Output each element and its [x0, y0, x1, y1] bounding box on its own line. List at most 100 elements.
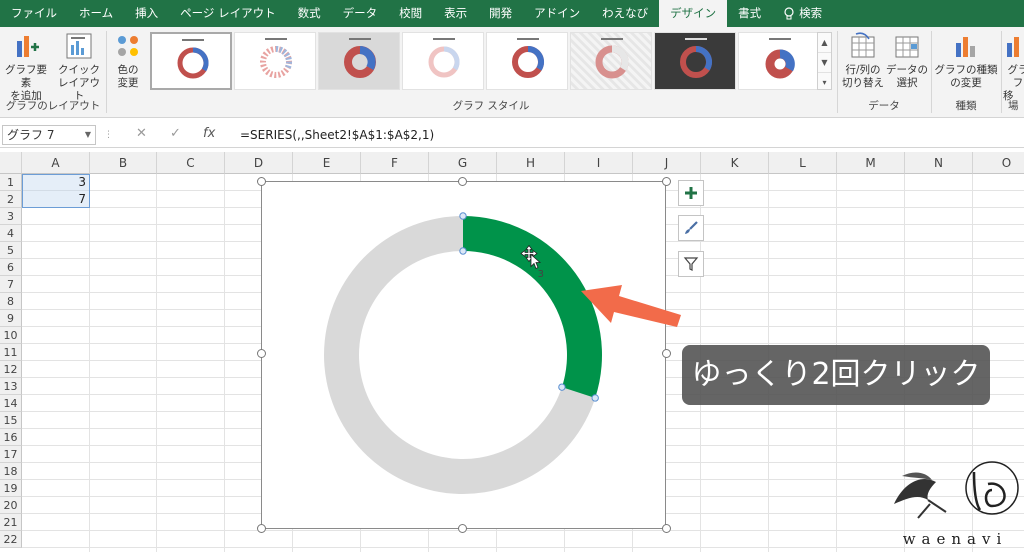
row-header-1[interactable]: 1	[0, 174, 22, 191]
row-header-6[interactable]: 6	[0, 259, 22, 276]
tab-waenavi[interactable]: わえなび	[591, 0, 659, 27]
tab-developer[interactable]: 開発	[478, 0, 523, 27]
resize-handle[interactable]	[458, 177, 467, 186]
chart-elements-button[interactable]	[678, 180, 704, 206]
move-chart-button[interactable]: グラフ 移	[1003, 31, 1024, 103]
tab-data[interactable]: データ	[332, 0, 389, 27]
row-header-14[interactable]: 14	[0, 395, 22, 412]
cell-a2[interactable]: 7	[22, 191, 90, 208]
row-header-5[interactable]: 5	[0, 242, 22, 259]
select-all-corner[interactable]	[0, 152, 22, 174]
resize-handle[interactable]	[662, 349, 671, 358]
row-header-10[interactable]: 10	[0, 327, 22, 344]
chart-style-1[interactable]	[150, 32, 232, 90]
tab-view[interactable]: 表示	[433, 0, 478, 27]
column-header-e[interactable]: E	[293, 152, 361, 174]
resize-handle[interactable]	[662, 177, 671, 186]
row-header-17[interactable]: 17	[0, 446, 22, 463]
cancel-icon[interactable]: ✕	[136, 126, 147, 141]
row-header-20[interactable]: 20	[0, 497, 22, 514]
column-header-j[interactable]: J	[633, 152, 701, 174]
slice-selection-handle[interactable]	[591, 394, 599, 402]
tab-file[interactable]: ファイル	[0, 0, 68, 27]
column-header-h[interactable]: H	[497, 152, 565, 174]
select-data-button[interactable]: データの 選択	[886, 31, 928, 90]
cell-a1[interactable]: 3	[22, 174, 90, 191]
resize-handle[interactable]	[257, 349, 266, 358]
column-header-m[interactable]: M	[837, 152, 905, 174]
chart-style-5[interactable]	[486, 32, 568, 90]
change-chart-type-button[interactable]: グラフの種類 の変更	[933, 31, 999, 90]
ribbon-separator	[931, 31, 932, 113]
enter-icon[interactable]: ✓	[170, 126, 181, 141]
tab-design[interactable]: デザイン	[659, 0, 728, 27]
doughnut-chart[interactable]: 3	[261, 181, 666, 529]
tab-home[interactable]: ホーム	[68, 0, 124, 27]
row-header-12[interactable]: 12	[0, 361, 22, 378]
row-header-18[interactable]: 18	[0, 463, 22, 480]
row-header-16[interactable]: 16	[0, 429, 22, 446]
chart-style-4[interactable]	[402, 32, 484, 90]
row-header-15[interactable]: 15	[0, 412, 22, 429]
gallery-scroll[interactable]: ▲ ▼ ▾	[817, 32, 832, 90]
gallery-down-icon[interactable]: ▼	[818, 53, 831, 73]
gallery-more-icon[interactable]: ▾	[818, 73, 831, 92]
column-header-d[interactable]: D	[225, 152, 293, 174]
column-header-n[interactable]: N	[905, 152, 973, 174]
formula-input[interactable]: =SERIES(,,Sheet2!$A$1:$A$2,1)	[236, 125, 1021, 145]
data-label[interactable]: 3	[538, 269, 544, 280]
insert-function-icon[interactable]: fx	[203, 126, 215, 141]
chart-style-7[interactable]	[654, 32, 736, 90]
tab-page-layout[interactable]: ページ レイアウト	[169, 0, 286, 27]
formula-bar: グラフ 7 ▼ ⋮ ✕ ✓ fx =SERIES(,,Sheet2!$A$1:$A…	[0, 122, 1024, 148]
row-header-8[interactable]: 8	[0, 293, 22, 310]
gallery-up-icon[interactable]: ▲	[818, 33, 831, 53]
resize-handle[interactable]	[662, 524, 671, 533]
resize-handle[interactable]	[257, 524, 266, 533]
row-header-7[interactable]: 7	[0, 276, 22, 293]
resize-handle[interactable]	[458, 524, 467, 533]
row-header-11[interactable]: 11	[0, 344, 22, 361]
chart-style-8[interactable]	[738, 32, 820, 90]
tab-formulas[interactable]: 数式	[287, 0, 332, 27]
row-header-9[interactable]: 9	[0, 310, 22, 327]
doughnut-plot[interactable]: 3	[262, 182, 667, 530]
chevron-down-icon[interactable]: ▼	[85, 126, 91, 144]
slice-selection-handle[interactable]	[459, 247, 467, 255]
add-chart-element-button[interactable]: グラフ要素 を追加	[0, 31, 52, 103]
slice-selection-handle[interactable]	[459, 212, 467, 220]
row-header-13[interactable]: 13	[0, 378, 22, 395]
column-header-k[interactable]: K	[701, 152, 769, 174]
quick-layout-button[interactable]: クイック レイアウト	[54, 31, 104, 103]
row-header-2[interactable]: 2	[0, 191, 22, 208]
search-box[interactable]: 検索	[772, 0, 833, 27]
change-colors-button[interactable]: 色の 変更	[108, 31, 148, 90]
row-header-4[interactable]: 4	[0, 225, 22, 242]
ribbon: グラフ要素 を追加 クイック レイアウト 色の 変更 グラフのレイアウト ▲ ▼…	[0, 27, 1024, 118]
row-header-21[interactable]: 21	[0, 514, 22, 531]
column-header-o[interactable]: O	[973, 152, 1024, 174]
row-header-3[interactable]: 3	[0, 208, 22, 225]
slice-selection-handle[interactable]	[558, 383, 566, 391]
tab-format[interactable]: 書式	[727, 0, 772, 27]
switch-row-column-button[interactable]: 行/列の 切り替え	[840, 31, 886, 90]
chart-styles-button[interactable]	[678, 215, 704, 241]
chart-style-3[interactable]	[318, 32, 400, 90]
column-header-i[interactable]: I	[565, 152, 633, 174]
row-header-19[interactable]: 19	[0, 480, 22, 497]
column-header-a[interactable]: A	[22, 152, 90, 174]
column-header-c[interactable]: C	[157, 152, 225, 174]
column-header-b[interactable]: B	[90, 152, 157, 174]
tab-insert[interactable]: 挿入	[124, 0, 169, 27]
column-header-f[interactable]: F	[361, 152, 429, 174]
name-box[interactable]: グラフ 7 ▼	[2, 125, 96, 145]
chart-filters-button[interactable]	[678, 251, 704, 277]
chart-style-2[interactable]	[234, 32, 316, 90]
tab-review[interactable]: 校閲	[388, 0, 433, 27]
tab-addins[interactable]: アドイン	[523, 0, 591, 27]
resize-handle[interactable]	[257, 177, 266, 186]
row-header-22[interactable]: 22	[0, 531, 22, 548]
chart-style-6[interactable]	[570, 32, 652, 90]
column-header-g[interactable]: G	[429, 152, 497, 174]
column-header-l[interactable]: L	[769, 152, 837, 174]
